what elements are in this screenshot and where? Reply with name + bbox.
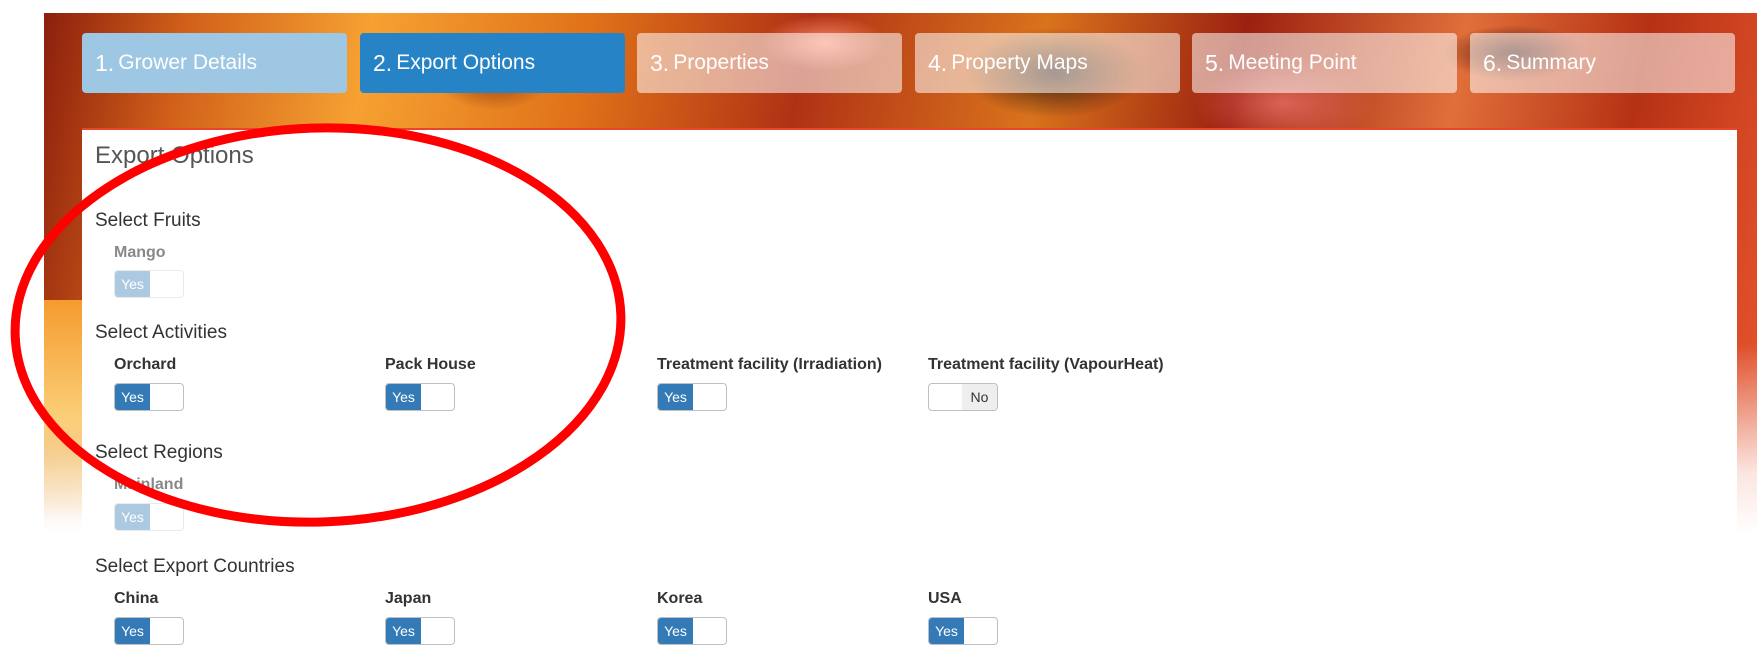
- activity-orchard-toggle[interactable]: Yes: [114, 383, 184, 411]
- country-japan-label: Japan: [385, 590, 432, 607]
- activity-pack-house-toggle[interactable]: Yes: [385, 383, 455, 411]
- step-number: 2.: [373, 49, 393, 76]
- step-number: 1.: [95, 49, 115, 76]
- step-number: 4.: [928, 49, 948, 76]
- regions-section-label: Select Regions: [95, 442, 223, 463]
- countries-section-label: Select Export Countries: [95, 556, 295, 577]
- country-japan-toggle[interactable]: Yes: [385, 617, 455, 645]
- background-edge: [44, 300, 84, 520]
- region-mainland-toggle[interactable]: Yes: [114, 503, 184, 531]
- country-usa-toggle[interactable]: Yes: [928, 617, 998, 645]
- step-export-options[interactable]: 2. Export Options: [360, 33, 625, 93]
- step-number: 3.: [650, 49, 670, 76]
- activity-vapourheat-toggle[interactable]: No: [928, 383, 998, 411]
- step-number: 6.: [1483, 49, 1503, 76]
- step-label: Meeting Point: [1228, 51, 1357, 74]
- step-label: Summary: [1506, 51, 1597, 74]
- activity-irradiation-toggle[interactable]: Yes: [657, 383, 727, 411]
- panel-title: Export Options: [95, 142, 254, 169]
- step-label: Grower Details: [118, 51, 258, 74]
- step-meeting-point[interactable]: 5. Meeting Point: [1192, 33, 1457, 93]
- step-label: Property Maps: [951, 51, 1088, 74]
- fruit-option-mango-label: Mango: [114, 244, 166, 261]
- step-summary[interactable]: 6. Summary: [1470, 33, 1735, 93]
- step-label: Export Options: [396, 51, 536, 74]
- activities-section-label: Select Activities: [95, 322, 227, 343]
- country-korea-toggle[interactable]: Yes: [657, 617, 727, 645]
- activity-vapourheat-label: Treatment facility (VapourHeat): [928, 356, 1164, 373]
- country-usa-label: USA: [928, 590, 962, 607]
- activity-pack-house-label: Pack House: [385, 356, 476, 373]
- fruit-option-mango-toggle[interactable]: Yes: [114, 270, 184, 298]
- step-number: 5.: [1205, 49, 1225, 76]
- step-property-maps[interactable]: 4. Property Maps: [915, 33, 1180, 93]
- fruits-section-label: Select Fruits: [95, 210, 201, 231]
- export-options-panel: Export Options Select Fruits Mango Yes S…: [82, 128, 1737, 670]
- activity-orchard-label: Orchard: [114, 356, 177, 373]
- activity-irradiation-label: Treatment facility (Irradiation): [657, 356, 882, 373]
- country-china-toggle[interactable]: Yes: [114, 617, 184, 645]
- country-china-label: China: [114, 590, 159, 607]
- step-grower-details[interactable]: 1. Grower Details: [82, 33, 347, 93]
- country-korea-label: Korea: [657, 590, 703, 607]
- step-properties[interactable]: 3. Properties: [637, 33, 902, 93]
- step-label: Properties: [673, 51, 769, 74]
- region-mainland-label: Mainland: [114, 476, 184, 493]
